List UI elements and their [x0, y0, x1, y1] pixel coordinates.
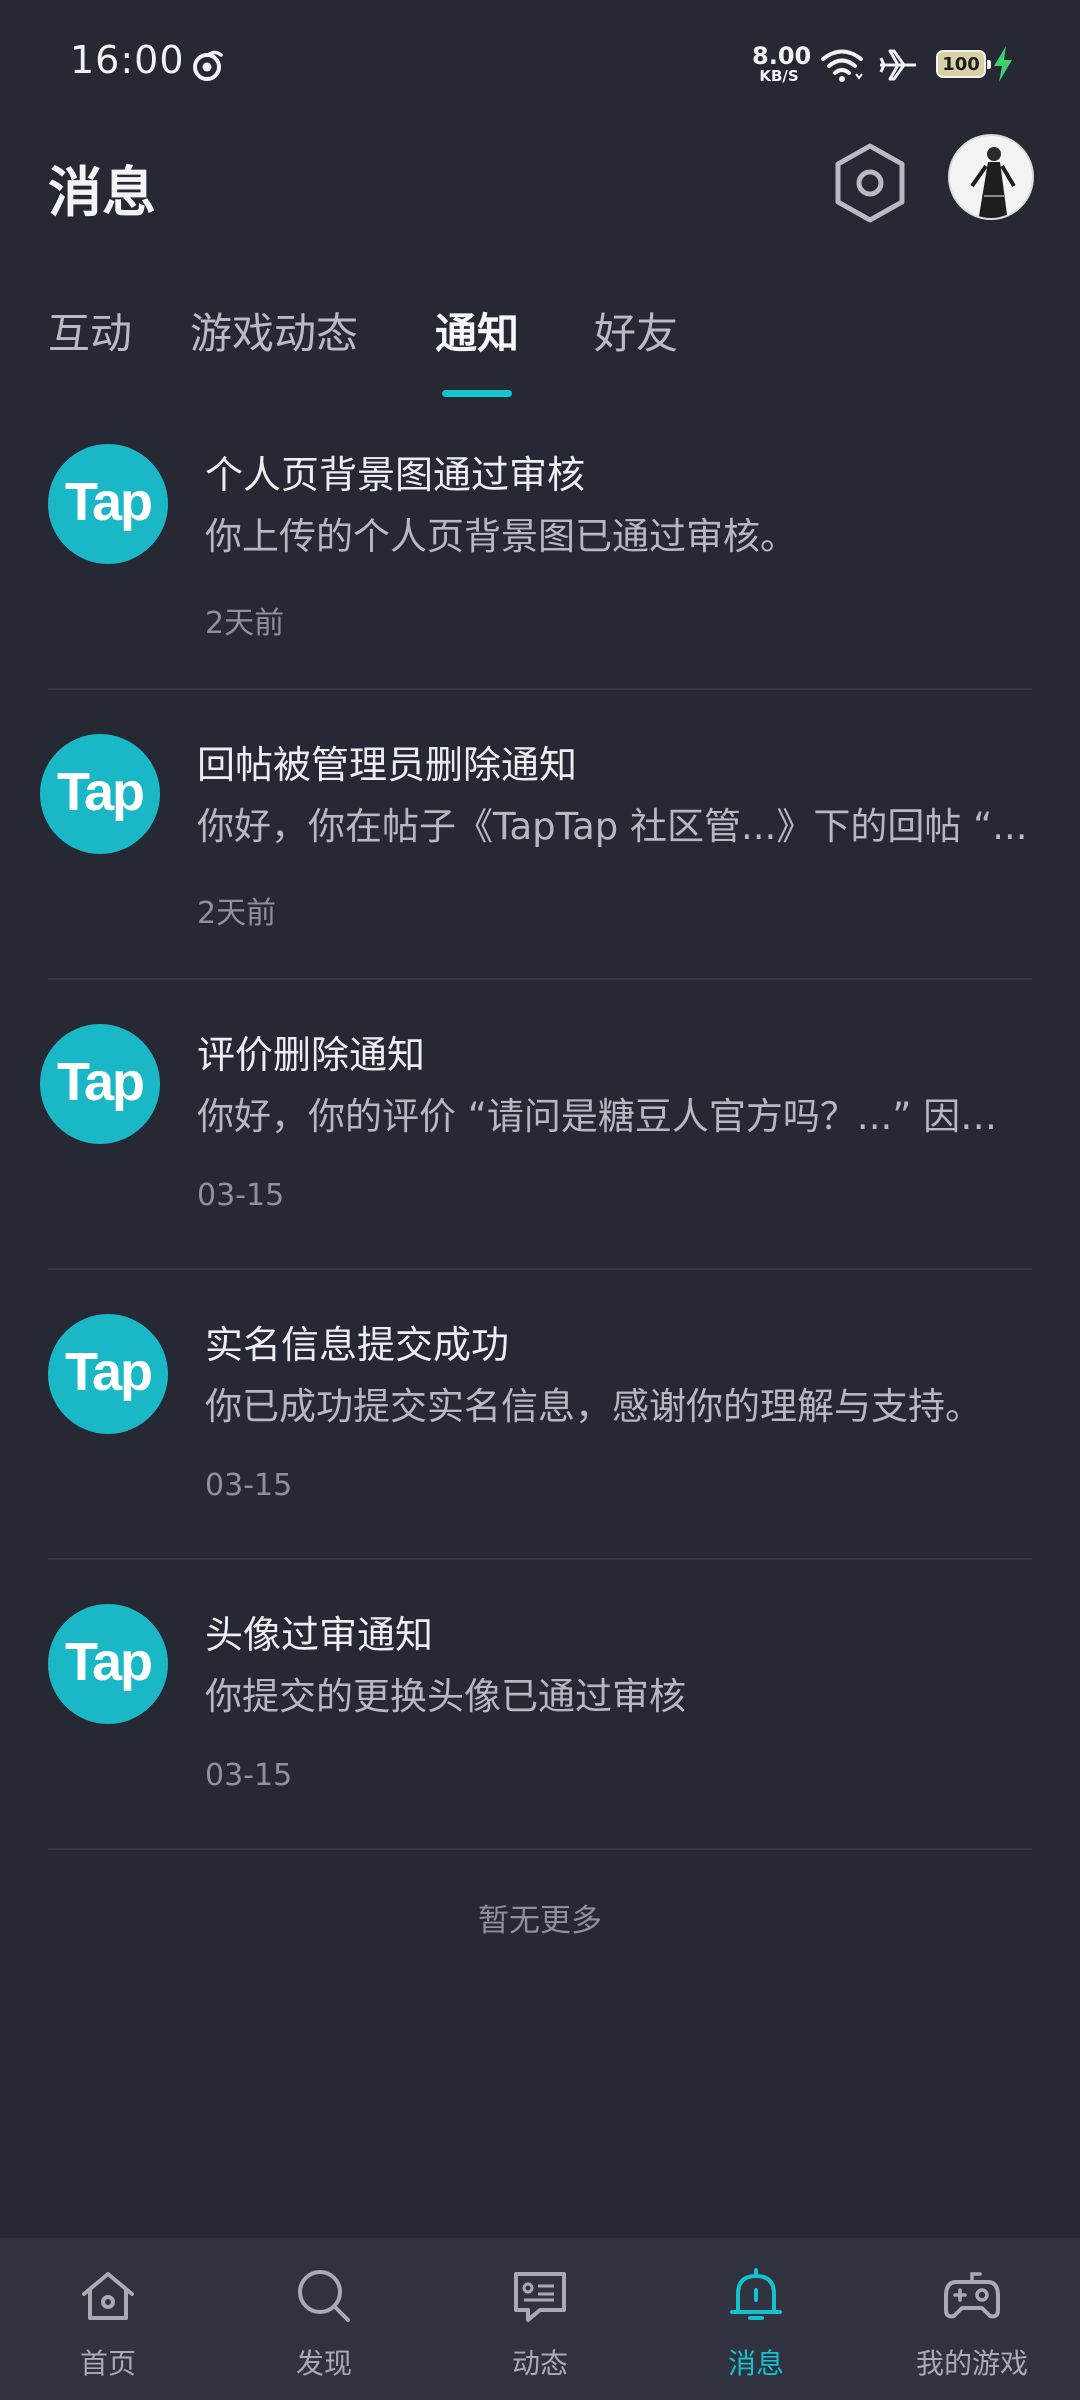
notification-item[interactable]: Tap 个人页背景图通过审核 你上传的个人页背景图已通过审核。 2天前 [0, 400, 1080, 690]
bottom-nav: 首页 发现 动态 消息 我的游戏 [0, 2238, 1080, 2400]
tab-bar: 互动 游戏动态 通知 好友 [0, 300, 1080, 400]
chat-card-icon [514, 2272, 566, 2322]
notification-time: 2天前 [205, 606, 285, 641]
taptap-logo-icon: Tap [48, 444, 168, 564]
nav-label: 动态 [511, 2347, 568, 2380]
taptap-logo-text: Tap [65, 472, 153, 532]
nav-label: 我的游戏 [915, 2347, 1028, 2380]
no-more-text: 暂无更多 [478, 1903, 602, 1939]
notification-body: 你已成功提交实名信息，感谢你的理解与支持。 [205, 1385, 982, 1428]
notification-title: 回帖被管理员删除通知 [197, 743, 578, 787]
taptap-logo-text: Tap [57, 1052, 145, 1112]
gamepad-icon [944, 2272, 1000, 2319]
notification-time: 2天前 [197, 896, 277, 931]
home-icon [82, 2272, 134, 2320]
status-time: 16:00 [70, 38, 185, 82]
notification-title: 实名信息提交成功 [205, 1323, 510, 1367]
nav-label: 消息 [727, 2347, 784, 2380]
nav-discover[interactable]: 发现 [216, 2238, 432, 2400]
taptap-logo-text: Tap [65, 1342, 153, 1402]
notification-item[interactable]: Tap 回帖被管理员删除通知 你好，你在帖子《TapTap 社区管...》下的回… [0, 690, 1080, 980]
tab-friends[interactable]: 好友 [594, 300, 678, 361]
bell-icon [730, 2268, 782, 2320]
taptap-logo-icon: Tap [48, 1314, 168, 1434]
network-speed-value: 8.00 [752, 42, 812, 70]
notification-body: 你好，你的评价 “请问是糖豆人官方吗？...” 因违... [197, 1095, 1032, 1138]
page-title: 消息 [48, 161, 156, 224]
airplane-mode-icon [879, 49, 916, 81]
nav-label: 首页 [79, 2347, 136, 2380]
hexagon-settings-icon[interactable] [832, 142, 908, 224]
nav-label: 发现 [295, 2347, 352, 2380]
notification-title: 评价删除通知 [197, 1033, 426, 1077]
status-bar: 16:00 8.00 KB/S 100 [0, 0, 1080, 130]
network-speed-unit: KB/S [759, 67, 799, 85]
notification-item[interactable]: Tap 评价删除通知 你好，你的评价 “请问是糖豆人官方吗？...” 因违...… [0, 980, 1080, 1270]
weibo-icon [193, 50, 223, 81]
nav-messages[interactable]: 消息 [648, 2238, 864, 2400]
taptap-logo-icon: Tap [40, 734, 160, 854]
notification-title: 个人页背景图通过审核 [205, 453, 586, 497]
notification-time: 03-15 [205, 1468, 293, 1503]
notification-list: Tap 个人页背景图通过审核 你上传的个人页背景图已通过审核。 2天前 Tap … [0, 400, 1080, 1850]
charging-icon [994, 46, 1012, 82]
taptap-logo-text: Tap [57, 762, 145, 822]
taptap-logo-text: Tap [65, 1632, 153, 1692]
active-tab-indicator [442, 390, 512, 397]
taptap-logo-icon: Tap [48, 1604, 168, 1724]
user-avatar-image [950, 136, 1032, 218]
nav-feed[interactable]: 动态 [432, 2238, 648, 2400]
tab-notifications[interactable]: 通知 [435, 300, 519, 361]
notification-item[interactable]: Tap 实名信息提交成功 你已成功提交实名信息，感谢你的理解与支持。 03-15 [0, 1270, 1080, 1560]
search-icon [298, 2270, 350, 2322]
notification-body: 你提交的更换头像已通过审核 [205, 1675, 686, 1718]
tab-interaction[interactable]: 互动 [48, 300, 132, 361]
nav-home[interactable]: 首页 [0, 2238, 216, 2400]
notification-title: 头像过审通知 [205, 1613, 434, 1657]
divider [48, 1848, 1032, 1850]
battery-icon: 100 [936, 50, 991, 78]
network-speed: 8.00 KB/S [752, 42, 812, 85]
avatar[interactable] [948, 134, 1034, 220]
notification-body: 你上传的个人页背景图已通过审核。 [205, 515, 797, 558]
notification-item[interactable]: Tap 头像过审通知 你提交的更换头像已通过审核 03-15 [0, 1560, 1080, 1850]
notification-time: 03-15 [205, 1758, 293, 1793]
wifi-icon [821, 49, 863, 82]
notification-time: 03-15 [197, 1178, 285, 1213]
notifications-page: 16:00 8.00 KB/S 100 消息 互动 游戏动态 通知 好友 Tap… [0, 0, 1080, 2400]
notification-body: 你好，你在帖子《TapTap 社区管...》下的回帖 “... [197, 805, 1028, 848]
taptap-logo-icon: Tap [40, 1024, 160, 1144]
nav-my-games[interactable]: 我的游戏 [864, 2238, 1080, 2400]
tab-game-updates[interactable]: 游戏动态 [190, 300, 358, 361]
